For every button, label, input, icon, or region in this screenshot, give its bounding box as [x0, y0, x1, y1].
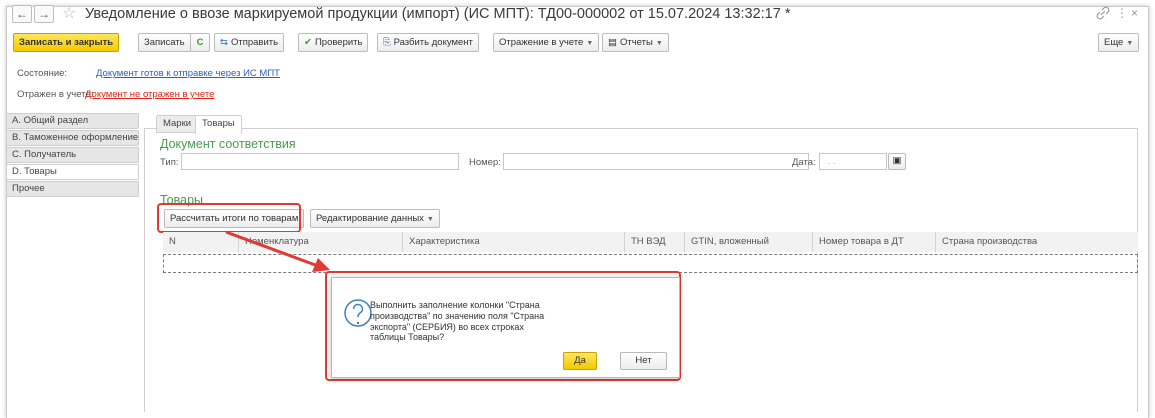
annotation-arrow [225, 230, 330, 272]
